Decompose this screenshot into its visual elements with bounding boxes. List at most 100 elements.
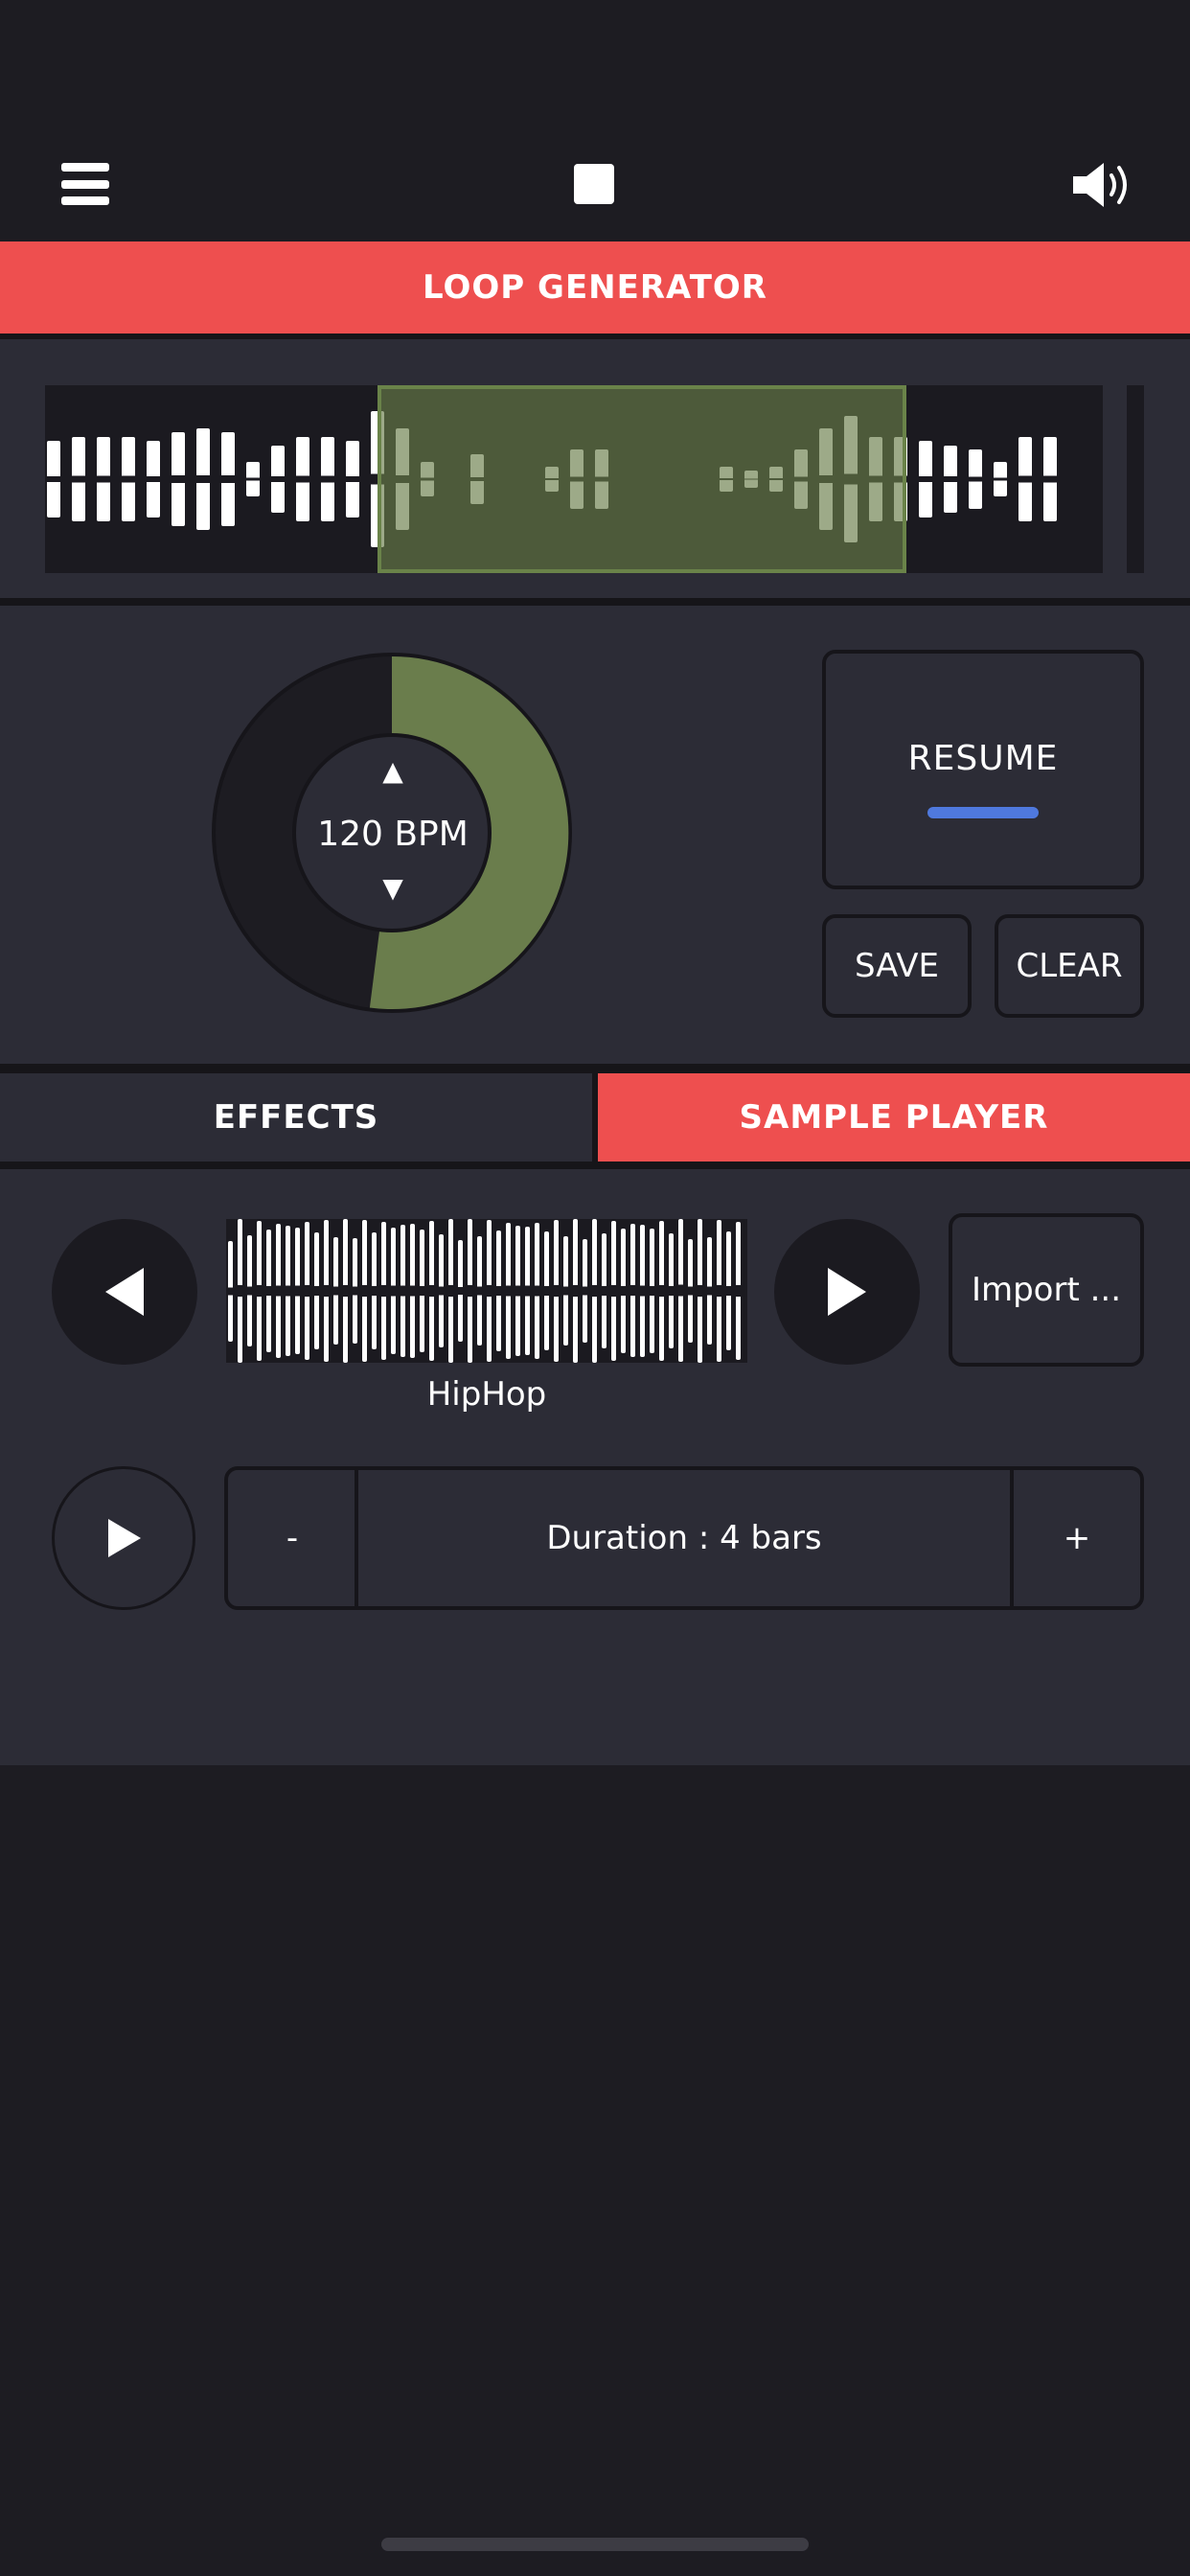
- previous-sample-button[interactable]: [52, 1219, 197, 1365]
- waveform-bar: [717, 1220, 721, 1362]
- waveform-bar: [736, 1222, 741, 1360]
- waveform-bar: [257, 1220, 262, 1362]
- resume-label: RESUME: [907, 738, 1059, 778]
- divider: [0, 1162, 1190, 1169]
- waveform-bar: [305, 1222, 309, 1360]
- waveform-bar: [362, 1219, 367, 1363]
- waveform-bar: [650, 1228, 654, 1354]
- waveform-bar: [535, 1222, 539, 1360]
- waveform-bar: [228, 1240, 233, 1342]
- waveform-bar: [400, 1225, 405, 1357]
- waveform-bar: [246, 462, 260, 496]
- bpm-up-arrow-icon[interactable]: ▲: [378, 755, 407, 787]
- app-title-banner: LOOP GENERATOR: [0, 242, 1190, 339]
- waveform-bar: [147, 441, 160, 518]
- sample-name: HipHop: [426, 1375, 547, 1414]
- waveform-bar: [477, 1235, 482, 1346]
- waveform-bar: [698, 1219, 702, 1363]
- waveform-bar: [583, 1238, 587, 1344]
- waveform-bar: [640, 1224, 645, 1358]
- waveform-bar: [919, 441, 932, 518]
- waveform-bar: [707, 1236, 712, 1346]
- waveform-bar: [238, 1219, 242, 1363]
- waveform-bar: [688, 1238, 693, 1344]
- waveform-bar: [286, 1225, 290, 1357]
- waveform-bar: [1043, 436, 1057, 522]
- tab-sample-player[interactable]: SAMPLE PLAYER: [598, 1073, 1190, 1162]
- waveform-bar: [420, 1229, 424, 1353]
- sample-waveform: [226, 1219, 747, 1363]
- waveform-bar: [172, 432, 185, 526]
- waveform-bar: [410, 1224, 415, 1358]
- waveform-bar: [72, 436, 85, 522]
- waveform-bar: [381, 1221, 386, 1361]
- waveform-bar: [122, 436, 135, 522]
- waveform-bar: [321, 436, 334, 522]
- play-sample-button[interactable]: [52, 1466, 195, 1610]
- waveform-bar: [592, 1219, 597, 1363]
- duration-decrease-button[interactable]: -: [228, 1470, 356, 1606]
- waveform-bar: [726, 1231, 731, 1350]
- tab-effects[interactable]: EFFECTS: [0, 1073, 592, 1162]
- waveform-bar: [554, 1220, 559, 1362]
- divider: [0, 598, 1190, 606]
- waveform-bar: [994, 462, 1007, 496]
- waveform-bar: [372, 1232, 377, 1349]
- triangle-left-icon: [105, 1268, 144, 1316]
- waveform-bar: [333, 1237, 338, 1345]
- waveform-bar: [271, 445, 285, 514]
- waveform-bar: [621, 1229, 626, 1353]
- waveform-bar: [669, 1233, 674, 1348]
- waveform-bar: [448, 1219, 453, 1363]
- waveform-bar: [525, 1226, 530, 1356]
- waveform-bar: [506, 1222, 511, 1359]
- waveform-bar: [314, 1231, 319, 1350]
- waveform-bar: [266, 1230, 271, 1352]
- waveform-bar: [391, 1228, 396, 1354]
- waveform-bar: [196, 428, 210, 530]
- home-indicator: [381, 2538, 809, 2551]
- bpm-down-arrow-icon[interactable]: ▼: [378, 872, 407, 904]
- waveform-bar: [97, 436, 110, 522]
- waveform-bar: [247, 1234, 252, 1347]
- triangle-right-icon: [828, 1268, 866, 1316]
- play-icon: [108, 1519, 141, 1557]
- waveform-bar: [221, 432, 235, 526]
- stop-icon[interactable]: [574, 164, 614, 204]
- import-button[interactable]: Import ...: [949, 1213, 1144, 1367]
- resume-button[interactable]: RESUME: [822, 650, 1144, 889]
- speaker-icon[interactable]: [1071, 159, 1133, 211]
- waveform-bar: [602, 1233, 606, 1348]
- duration-increase-button[interactable]: +: [1014, 1470, 1140, 1606]
- clear-button[interactable]: CLEAR: [995, 914, 1144, 1018]
- waveform-bar: [563, 1236, 568, 1346]
- waveform-bar: [343, 1219, 348, 1363]
- waveform-bar: [468, 1219, 472, 1363]
- waveform-bar: [439, 1233, 444, 1348]
- waveform-bar: [659, 1221, 664, 1361]
- waveform-bar: [276, 1223, 281, 1359]
- waveform-bar: [353, 1238, 357, 1344]
- waveform-bar: [295, 1227, 300, 1355]
- waveform-bar: [611, 1221, 616, 1361]
- waveform-bar: [544, 1230, 549, 1351]
- menu-icon[interactable]: [61, 163, 109, 205]
- waveform-bar: [429, 1221, 434, 1361]
- divider: [0, 1064, 1190, 1073]
- waveform-bar: [487, 1220, 492, 1362]
- waveform-bar: [573, 1219, 578, 1363]
- waveform-bar: [324, 1219, 329, 1363]
- loop-selection-region[interactable]: [378, 385, 906, 573]
- save-button[interactable]: SAVE: [822, 914, 972, 1018]
- resume-indicator: [927, 806, 1039, 818]
- waveform-scrollbar[interactable]: [1127, 385, 1144, 573]
- waveform-bar: [47, 441, 60, 518]
- waveform-bar: [296, 436, 309, 522]
- next-sample-button[interactable]: [774, 1219, 920, 1365]
- waveform-bar: [496, 1230, 501, 1351]
- waveform-bar: [969, 449, 982, 509]
- duration-value: Duration : 4 bars: [546, 1519, 822, 1557]
- waveform-bar: [346, 441, 359, 518]
- waveform-bar: [458, 1239, 463, 1343]
- waveform-bar: [944, 445, 957, 514]
